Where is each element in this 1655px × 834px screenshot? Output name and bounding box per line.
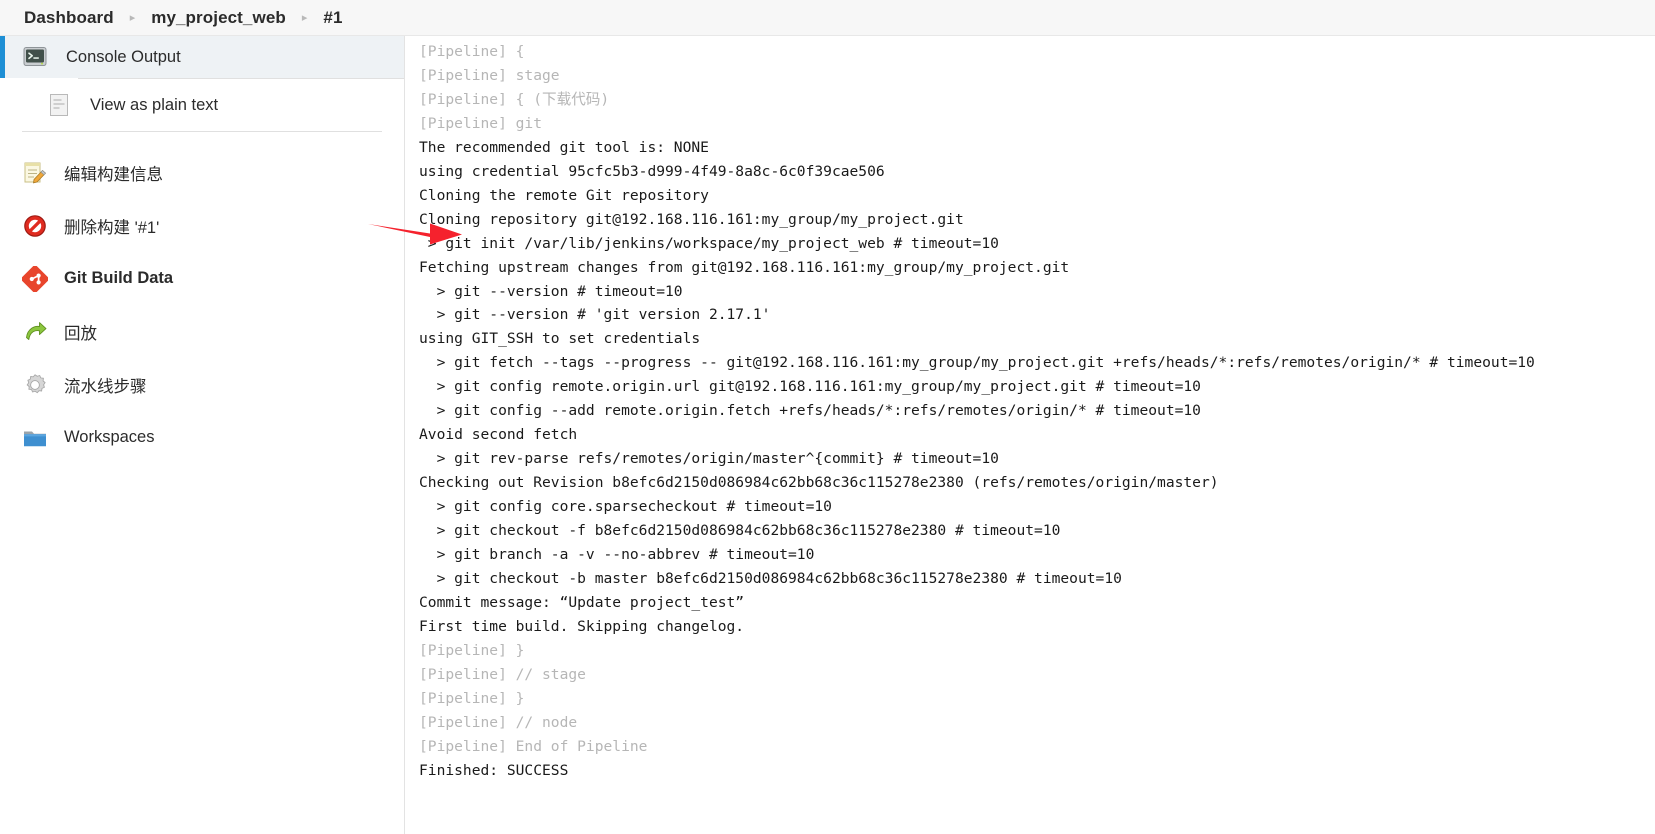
sidebar-item-label: 删除构建 '#1'	[64, 218, 160, 237]
console-line: Fetching upstream changes from git@192.1…	[419, 258, 1070, 276]
document-icon	[46, 92, 72, 118]
sidebar-item-label: Console Output	[66, 47, 181, 66]
console-line: First time build. Skipping changelog.	[419, 617, 745, 635]
replay-arrow-icon	[22, 319, 48, 345]
sidebar-item-label: 编辑构建信息	[64, 165, 163, 184]
sidebar-item-label: 回放	[64, 324, 97, 343]
console-line: > git config --add remote.origin.fetch +…	[419, 402, 1201, 420]
console-line: [Pipeline] End of Pipeline	[419, 737, 648, 755]
gear-icon	[22, 372, 48, 398]
sidebar-item-label: Workspaces	[64, 428, 155, 446]
console-line: using GIT_SSH to set credentials	[419, 330, 701, 348]
console-line: [Pipeline] {	[419, 43, 525, 60]
console-line: Commit message: “Update project_test”	[419, 593, 745, 611]
breadcrumb-build[interactable]: #1	[323, 8, 342, 28]
breadcrumb: Dashboard ▸ my_project_web ▸ #1	[0, 0, 1655, 36]
console-line: Cloning repository git@192.168.116.161:m…	[419, 210, 964, 228]
breadcrumb-dashboard[interactable]: Dashboard	[24, 8, 114, 28]
sidebar-item-console-output[interactable]: Console Output	[0, 36, 404, 78]
sidebar-item-delete-build[interactable]: 删除构建 '#1'	[0, 199, 404, 252]
console-line: Checking out Revision b8efc6d2150d086984…	[419, 474, 1219, 492]
jenkins-build-console-page: Dashboard ▸ my_project_web ▸ #1 Console …	[0, 0, 1655, 834]
console-output-pane[interactable]: [Pipeline] { [Pipeline] stage [Pipeline] {…	[404, 36, 1655, 834]
breadcrumb-separator-icon: ▸	[301, 12, 308, 24]
breadcrumb-separator-icon: ▸	[129, 12, 136, 24]
sidebar-item-label: Git Build Data	[64, 269, 174, 287]
console-line: > git fetch --tags --progress -- git@192…	[419, 354, 1535, 372]
sidebar-item-edit-build-info[interactable]: 编辑构建信息	[0, 146, 404, 199]
delete-forbidden-icon	[22, 213, 48, 239]
console-line: The recommended git tool is: NONE	[419, 138, 709, 156]
sidebar-item-git-build-data[interactable]: Git Build Data	[0, 252, 404, 305]
console-line: > git rev-parse refs/remotes/origin/mast…	[419, 450, 999, 468]
console-line: > git checkout -b master b8efc6d2150d086…	[419, 569, 1122, 587]
sidebar-item-replay[interactable]: 回放	[0, 305, 404, 358]
git-icon	[21, 264, 49, 293]
sidebar: Console Output View as plain text 编辑构建信息…	[0, 36, 404, 834]
sidebar-item-pipeline-steps[interactable]: 流水线步骤	[0, 358, 404, 411]
sidebar-item-label: 流水线步骤	[64, 377, 147, 396]
console-line: > git branch -a -v --no-abbrev # timeout…	[419, 546, 815, 564]
terminal-icon	[22, 44, 48, 70]
console-line: > git init /var/lib/jenkins/workspace/my…	[419, 234, 999, 252]
console-line: [Pipeline] // stage	[419, 665, 586, 683]
console-line: > git --version # timeout=10	[419, 282, 683, 300]
console-line: [Pipeline] stage	[419, 66, 560, 84]
console-line: > git config remote.origin.url git@192.1…	[419, 378, 1201, 396]
console-log: [Pipeline] { [Pipeline] stage [Pipeline] {…	[419, 40, 1655, 783]
sidebar-item-view-as-plain-text[interactable]: View as plain text	[0, 79, 404, 131]
console-line: [Pipeline] // node	[419, 713, 578, 731]
console-line: [Pipeline] }	[419, 689, 525, 707]
console-line: Finished: SUCCESS	[419, 761, 569, 779]
sidebar-item-label: View as plain text	[90, 95, 219, 114]
sidebar-menu-list: 编辑构建信息 删除构建 '#1' Git Build Data 回放 流水线步骤…	[0, 132, 404, 464]
console-line: [Pipeline] git	[419, 114, 543, 132]
sidebar-item-workspaces[interactable]: Workspaces	[0, 411, 404, 464]
console-line: [Pipeline] { (下载代码)	[419, 90, 610, 108]
selected-accent-bar	[0, 36, 5, 78]
console-line: Cloning the remote Git repository	[419, 186, 709, 204]
console-line: > git --version # 'git version 2.17.1'	[419, 306, 771, 324]
console-line: [Pipeline] }	[419, 641, 525, 659]
console-line: Avoid second fetch	[419, 426, 578, 444]
folder-icon	[22, 425, 48, 451]
edit-note-icon	[22, 160, 48, 186]
console-line: > git checkout -f b8efc6d2150d086984c62b…	[419, 522, 1061, 540]
console-line: using credential 95cfc5b3-d999-4f49-8a8c…	[419, 162, 885, 180]
breadcrumb-project[interactable]: my_project_web	[151, 8, 286, 28]
console-line: > git config core.sparsecheckout # timeo…	[419, 498, 832, 516]
